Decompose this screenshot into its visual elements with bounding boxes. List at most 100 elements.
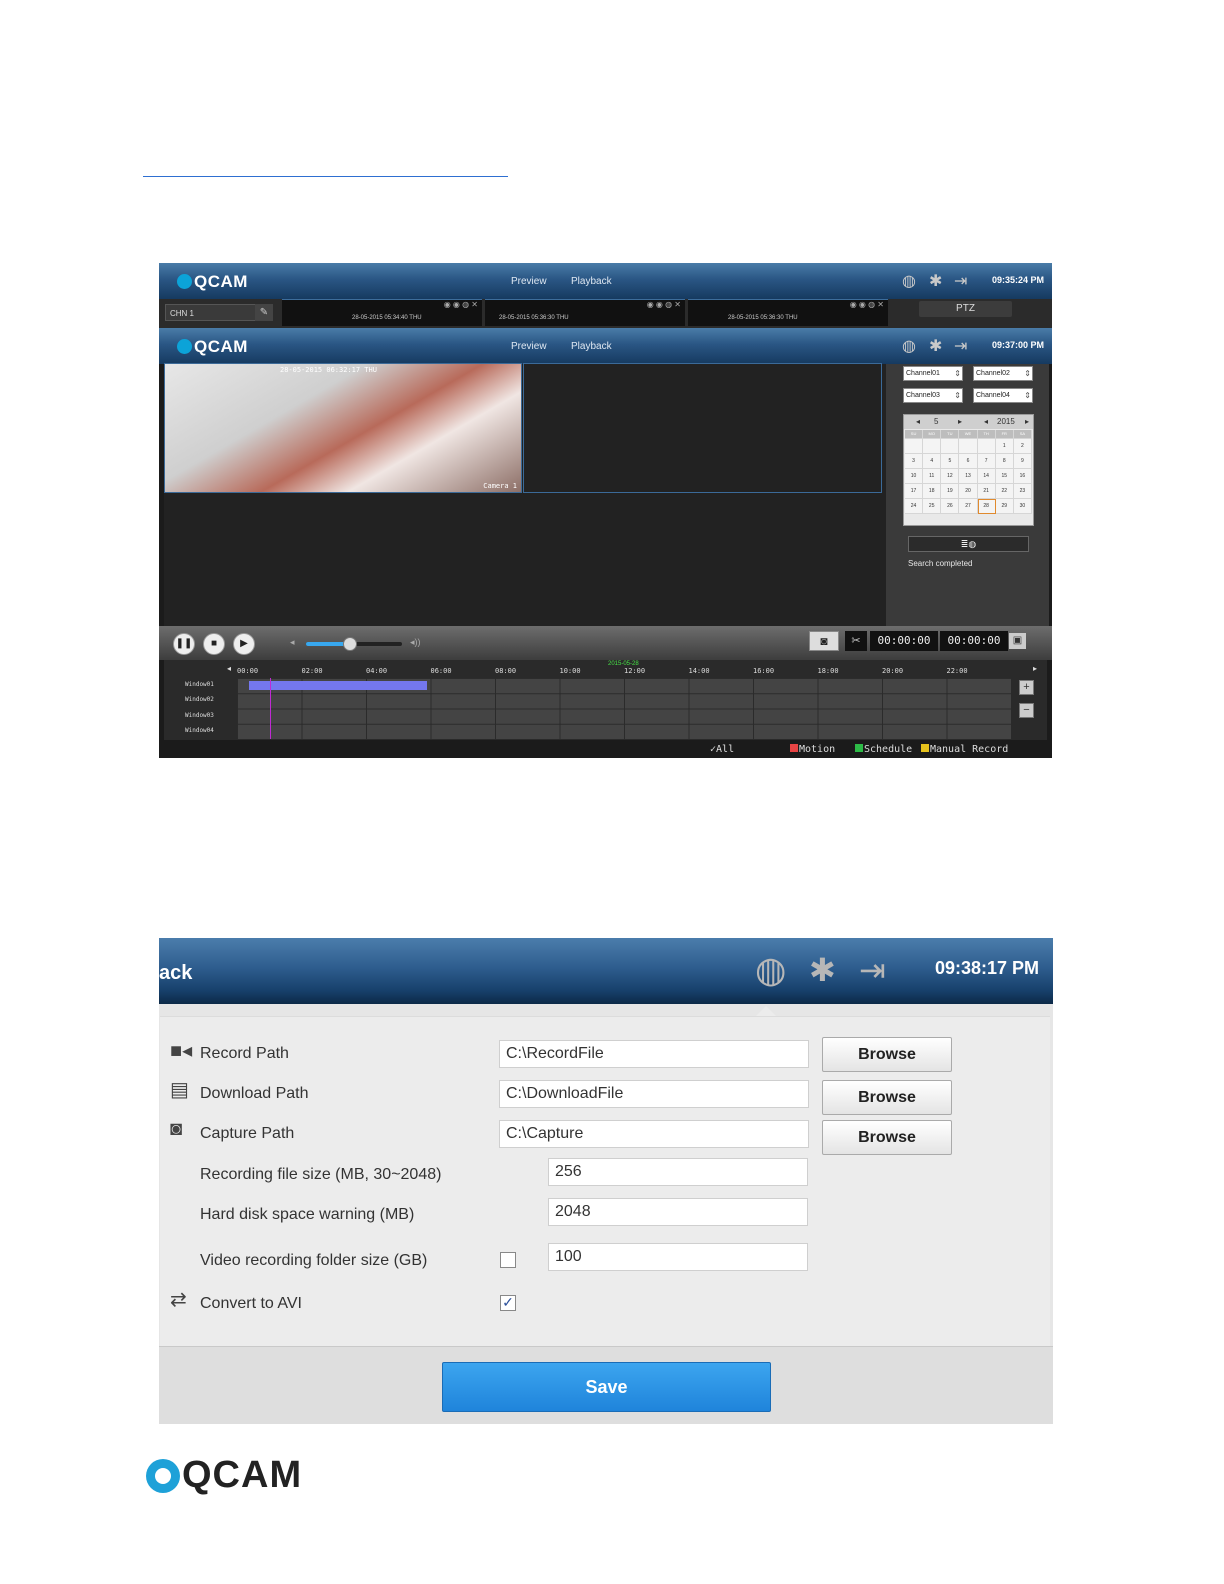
channel-select-2[interactable]: Channel02 bbox=[973, 366, 1033, 381]
zoom-in-button[interactable]: + bbox=[1019, 680, 1034, 695]
calendar-day[interactable]: 22 bbox=[995, 484, 1014, 499]
video-window-2[interactable] bbox=[523, 363, 882, 493]
legend-all[interactable]: ✓All bbox=[710, 741, 734, 758]
search-icon[interactable]: ◍ bbox=[902, 336, 916, 356]
logout-icon[interactable]: ⇥ bbox=[954, 336, 967, 356]
calendar-weekday: SA bbox=[1013, 430, 1032, 439]
calendar-day[interactable]: 14 bbox=[977, 469, 996, 484]
gear-icon[interactable]: ✱ bbox=[929, 336, 942, 356]
calendar-day[interactable]: 19 bbox=[941, 484, 960, 499]
calendar-day[interactable]: 8 bbox=[995, 454, 1014, 469]
save-clip-button[interactable]: ▣ bbox=[1009, 633, 1026, 649]
timeline-right-icon[interactable]: ▸ bbox=[1033, 664, 1037, 673]
calendar-day[interactable]: 5 bbox=[941, 454, 960, 469]
calendar-day[interactable]: 3 bbox=[905, 454, 924, 469]
pause-button[interactable]: ❚❚ bbox=[173, 633, 195, 655]
timeline-cursor[interactable] bbox=[270, 678, 271, 739]
calendar-day[interactable]: 25 bbox=[923, 499, 942, 514]
search-icon[interactable]: ◍ bbox=[902, 271, 916, 291]
channel-select-3[interactable]: Channel03 bbox=[903, 388, 963, 403]
download-path-browse-button[interactable]: Browse bbox=[822, 1080, 952, 1115]
calendar-day[interactable]: 24 bbox=[905, 499, 924, 514]
thumbnail-tools-icon[interactable]: ◉ ◉ ◍ ✕ bbox=[647, 300, 681, 309]
search-icon[interactable]: ◍ bbox=[755, 950, 786, 990]
record-path-input[interactable]: C:\RecordFile bbox=[499, 1040, 809, 1068]
stop-button[interactable]: ■ bbox=[203, 633, 225, 655]
clip-end-time: 00:00:00 bbox=[940, 631, 1008, 651]
next-month-icon[interactable]: ▸ bbox=[958, 417, 962, 426]
calendar-day[interactable]: 10 bbox=[905, 469, 924, 484]
next-year-icon[interactable]: ▸ bbox=[1025, 417, 1029, 426]
calendar-day[interactable]: 28 bbox=[977, 499, 996, 514]
nav-playback[interactable]: Playback bbox=[571, 276, 612, 287]
calendar-day[interactable]: 20 bbox=[959, 484, 978, 499]
calendar-day[interactable]: 12 bbox=[941, 469, 960, 484]
timeline-hour-label: 02:00 bbox=[301, 667, 323, 675]
minus-icon: − bbox=[1023, 704, 1030, 716]
playback-screenshot: QCAM Preview Playback ◍ ✱ ⇥ 09:35:24 PM … bbox=[159, 263, 1052, 758]
channel-select-1[interactable]: Channel01 bbox=[903, 366, 963, 381]
calendar-day[interactable]: 4 bbox=[923, 454, 942, 469]
timeline-left-icon[interactable]: ◂ bbox=[227, 664, 231, 673]
calendar-day[interactable]: 9 bbox=[1013, 454, 1032, 469]
download-path-input[interactable]: C:\DownloadFile bbox=[499, 1080, 809, 1108]
folder-size-checkbox[interactable] bbox=[500, 1252, 516, 1268]
qcam-logo-icon bbox=[177, 274, 192, 289]
prev-month-icon[interactable]: ◂ bbox=[916, 417, 920, 426]
capture-path-browse-button[interactable]: Browse bbox=[822, 1120, 952, 1155]
thumbnail-tools-icon[interactable]: ◉ ◉ ◍ ✕ bbox=[850, 300, 884, 309]
calendar-day[interactable]: 27 bbox=[959, 499, 978, 514]
edit-icon[interactable]: ✎ bbox=[255, 304, 273, 321]
timeline-hour-label: 10:00 bbox=[559, 667, 581, 675]
nav-preview[interactable]: Preview bbox=[511, 341, 547, 352]
calendar-day[interactable]: 15 bbox=[995, 469, 1014, 484]
file-size-input[interactable]: 256 bbox=[548, 1158, 808, 1186]
snapshot-button[interactable]: ◙ bbox=[809, 631, 839, 651]
prev-year-icon[interactable]: ◂ bbox=[984, 417, 988, 426]
thumbnail-1[interactable]: 28-05-2015 05:34:40 THU ◉ ◉ ◍ ✕ bbox=[282, 299, 482, 326]
calendar-day[interactable]: 1 bbox=[995, 439, 1014, 454]
capture-path-input[interactable]: C:\Capture bbox=[499, 1120, 809, 1148]
search-button[interactable]: ≣◍ bbox=[908, 536, 1029, 552]
logout-icon[interactable]: ⇥ bbox=[859, 950, 886, 990]
calendar-day[interactable]: 11 bbox=[923, 469, 942, 484]
thumbnail-3[interactable]: 28-05-2015 05:36:30 THU ◉ ◉ ◍ ✕ bbox=[688, 299, 888, 326]
step-play-button[interactable]: ▶ bbox=[233, 633, 255, 655]
thumbnail-tools-icon[interactable]: ◉ ◉ ◍ ✕ bbox=[444, 300, 478, 309]
calendar-day[interactable]: 16 bbox=[1013, 469, 1032, 484]
hyperlink-underline[interactable] bbox=[143, 176, 508, 177]
calendar-day[interactable]: 23 bbox=[1013, 484, 1032, 499]
zoom-out-button[interactable]: − bbox=[1019, 703, 1034, 718]
schedule-swatch bbox=[855, 744, 863, 752]
logout-icon[interactable]: ⇥ bbox=[954, 271, 967, 291]
camera-icon: ◙ bbox=[170, 1118, 183, 1140]
calendar-day[interactable]: 17 bbox=[905, 484, 924, 499]
convert-avi-checkbox[interactable]: ✓ bbox=[500, 1295, 516, 1311]
calendar-day[interactable]: 6 bbox=[959, 454, 978, 469]
gear-icon[interactable]: ✱ bbox=[809, 950, 836, 990]
gear-icon[interactable]: ✱ bbox=[929, 271, 942, 291]
calendar-day[interactable]: 13 bbox=[959, 469, 978, 484]
disk-warning-input[interactable]: 2048 bbox=[548, 1198, 808, 1226]
save-button[interactable]: Save bbox=[442, 1362, 771, 1412]
folder-size-input[interactable]: 100 bbox=[548, 1243, 808, 1271]
video-timestamp: 28-05-2015 06:32:17 THU bbox=[280, 366, 377, 374]
timeline-hour-label: 04:00 bbox=[366, 667, 388, 675]
recording-segment[interactable] bbox=[249, 681, 427, 690]
calendar-day[interactable]: 2 bbox=[1013, 439, 1032, 454]
calendar-day[interactable]: 29 bbox=[995, 499, 1014, 514]
video-window-1[interactable]: 28-05-2015 06:32:17 THU Camera 1 bbox=[164, 363, 522, 493]
record-path-browse-button[interactable]: Browse bbox=[822, 1037, 952, 1072]
nav-playback[interactable]: Playback bbox=[571, 341, 612, 352]
clip-button[interactable]: ✂ bbox=[845, 631, 867, 651]
calendar-day[interactable]: 26 bbox=[941, 499, 960, 514]
thumbnail-2[interactable]: 28-05-2015 05:36:30 THU ◉ ◉ ◍ ✕ bbox=[485, 299, 685, 326]
calendar-day[interactable]: 30 bbox=[1013, 499, 1032, 514]
channel-select-4[interactable]: Channel04 bbox=[973, 388, 1033, 403]
ptz-tab[interactable]: PTZ bbox=[919, 301, 1012, 317]
nav-preview[interactable]: Preview bbox=[511, 276, 547, 287]
calendar-day[interactable]: 18 bbox=[923, 484, 942, 499]
calendar-day[interactable]: 21 bbox=[977, 484, 996, 499]
floppy-icon: ▤ bbox=[170, 1079, 189, 1101]
calendar-day[interactable]: 7 bbox=[977, 454, 996, 469]
